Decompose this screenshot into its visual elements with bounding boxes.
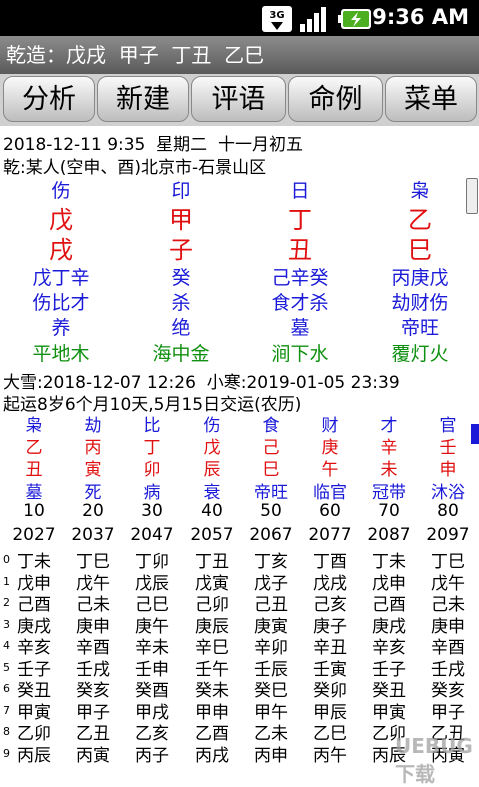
dayun-zhi: 卯 (143, 460, 161, 480)
pillar-shishen: 伤 (51, 180, 71, 202)
tab-new-button[interactable]: 新建 (97, 76, 189, 122)
person-line: 乾:某人(空申、酉)北京市-石景山区 (3, 158, 267, 178)
dayun-year[interactable]: 2077 (302, 525, 358, 545)
dayun-year[interactable]: 2057 (184, 525, 240, 545)
pillar-canggan: 癸 (171, 267, 191, 289)
watermark-logo: UEBUG下载 (395, 734, 473, 786)
dayun-zhi: 巳 (262, 460, 280, 480)
pillar-nayin: 覆灯火 (391, 343, 449, 365)
dayun-state: 临官 (313, 483, 347, 503)
pillar-nayin: 平地木 (32, 343, 90, 365)
pillar-cang-shishen: 杀 (171, 292, 191, 314)
dayun-year[interactable]: 2087 (361, 525, 417, 545)
dayun-age: 70 (378, 501, 400, 521)
dayun-age: 60 (319, 501, 341, 521)
dayun-year[interactable]: 2067 (243, 525, 299, 545)
dayun-state: 衰 (203, 483, 221, 503)
dayun-year[interactable]: 2027 (6, 525, 62, 545)
dayun-zhi: 未 (380, 460, 398, 480)
window-title: 乾造：戊戌 甲子 丁丑 乙巳 (0, 36, 479, 74)
tab-examples-button[interactable]: 命例 (288, 76, 383, 122)
status-time: 9:36 AM (372, 5, 469, 29)
pillar-shishen: 枭 (410, 180, 430, 202)
tab-comment-button[interactable]: 评语 (191, 76, 286, 122)
dayun-state: 冠带 (372, 483, 406, 503)
pillar-zhi: 丑 (288, 236, 312, 264)
toolbar: 分析 新建 评语 命例 菜单 (0, 74, 479, 126)
pillar-cang-shishen: 食才杀 (271, 292, 329, 314)
signal-icon (300, 7, 326, 32)
pillar-cang-shishen: 伤比才 (32, 292, 90, 314)
dayun-zhi: 午 (321, 460, 339, 480)
dayun-state: 墓 (25, 483, 43, 503)
dayun-state: 帝旺 (254, 483, 288, 503)
dayun-state: 死 (84, 483, 102, 503)
dayun-scroll-indicator[interactable] (471, 424, 479, 444)
pillar-state: 墓 (290, 317, 310, 339)
dayun-age: 20 (82, 501, 104, 521)
status-bar: 3G 9:36 AM (0, 0, 479, 36)
dayun-zhi: 寅 (84, 460, 102, 480)
liunian-cell[interactable]: 丙辰 (6, 741, 62, 766)
liunian-cell[interactable]: 丙子 (124, 741, 180, 766)
dayun-year[interactable]: 2037 (65, 525, 121, 545)
pillar-state: 绝 (171, 317, 191, 339)
scroll-thumb[interactable] (466, 178, 478, 214)
pillar-zhi: 巳 (408, 236, 432, 264)
dayun-age: 80 (437, 501, 459, 521)
dayun-age: 10 (23, 501, 45, 521)
svg-text:3G: 3G (269, 10, 284, 21)
pillar-shishen: 日 (290, 180, 310, 202)
dayun-zhi: 丑 (25, 460, 43, 480)
pillar-zhi: 子 (169, 236, 193, 264)
pillar-canggan: 己辛癸 (271, 267, 329, 289)
dayun-year[interactable]: 2047 (124, 525, 180, 545)
liunian-cell[interactable]: 丙申 (243, 741, 299, 766)
dayun-age: 40 (201, 501, 223, 521)
dayun-zhi: 申 (439, 460, 457, 480)
pillar-canggan: 戊丁辛 (32, 267, 90, 289)
battery-icon (338, 9, 371, 29)
pillar-nayin: 海中金 (152, 343, 210, 365)
date-line: 2018-12-11 9:35 星期二 十一月初五 (3, 135, 303, 155)
tab-analysis-button[interactable]: 分析 (3, 76, 95, 122)
chart-content[interactable]: 2018-12-11 9:35 星期二 十一月初五 乾:某人(空申、酉)北京市-… (0, 126, 479, 766)
pillar-state: 养 (51, 317, 71, 339)
dayun-age: 50 (260, 501, 282, 521)
pillar-zhi: 戌 (49, 236, 73, 264)
dayun-state: 病 (143, 483, 161, 503)
dayun-state: 沐浴 (431, 483, 465, 503)
liunian-cell[interactable]: 丙午 (302, 741, 358, 766)
liunian-cell[interactable]: 丙寅 (65, 741, 121, 766)
pillar-canggan: 丙庚戊 (391, 267, 449, 289)
tab-menu-button[interactable]: 菜单 (385, 76, 477, 122)
pillar-nayin: 涧下水 (271, 343, 329, 365)
dayun-zhi: 辰 (203, 460, 221, 480)
dayun-age: 30 (141, 501, 163, 521)
pillar-state: 帝旺 (400, 317, 439, 339)
pillar-shishen: 印 (171, 180, 191, 202)
dayun-year[interactable]: 2097 (420, 525, 476, 545)
pillar-cang-shishen: 劫财伤 (391, 292, 449, 314)
liunian-cell[interactable]: 丙戌 (184, 741, 240, 766)
3g-network-icon: 3G (262, 6, 292, 32)
